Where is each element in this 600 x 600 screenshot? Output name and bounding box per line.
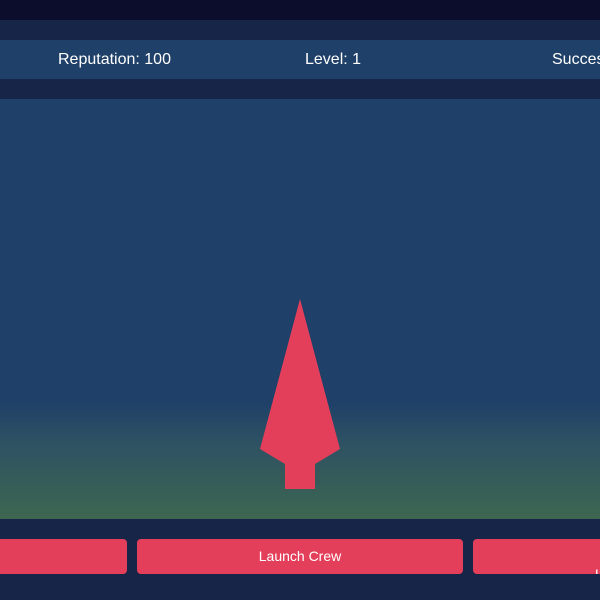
right-action-button[interactable]: L	[473, 539, 600, 574]
level-stat: Level: 1	[305, 51, 362, 68]
reputation-stat: Reputation: 100	[58, 51, 171, 68]
game-screen: Reputation: 100 Level: 1 Succes te Launc…	[0, 0, 600, 600]
launch-scene	[0, 99, 600, 519]
success-stat: Succes	[552, 51, 600, 68]
left-action-button[interactable]: te	[0, 539, 127, 574]
hud-bar: Reputation: 100 Level: 1 Succes	[0, 40, 600, 79]
hud-divider	[0, 79, 600, 99]
rocket-body	[260, 299, 340, 489]
launch-crew-button[interactable]: Launch Crew	[137, 539, 463, 574]
rocket-icon	[260, 299, 340, 489]
right-action-label: L	[595, 565, 600, 575]
top-bar	[0, 20, 600, 40]
control-panel: te Launch Crew L	[0, 519, 600, 600]
